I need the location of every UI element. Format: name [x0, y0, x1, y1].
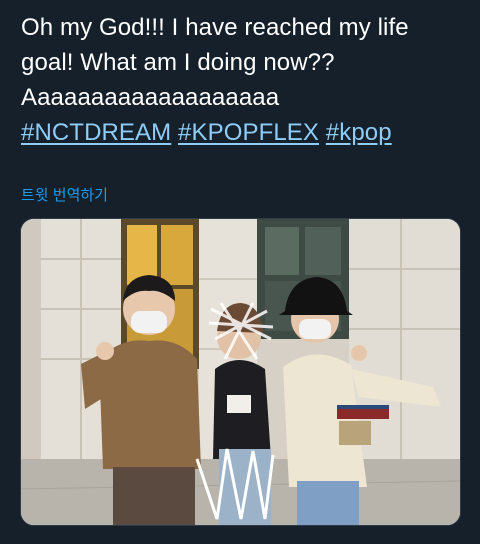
tweet-text-line-2: goal! What am I doing now?? — [21, 49, 335, 76]
hashtag-list: #NCTDREAM #KPOPFLEX #kpop — [21, 115, 471, 150]
tweet-text: Oh my God!!! I have reached my life goal… — [21, 10, 471, 150]
tweet-photo[interactable] — [20, 218, 461, 526]
translate-tweet-link[interactable]: 트윗 번역하기 — [21, 184, 108, 205]
photo-illustration — [21, 219, 460, 525]
tweet-text-line-3: Aaaaaaaaaaaaaaaaaaa — [21, 84, 280, 111]
hashtag-kpop[interactable]: #kpop — [326, 119, 392, 146]
tweet-text-line-1: Oh my God!!! I have reached my life — [21, 14, 409, 41]
hashtag-kpopflex[interactable]: #KPOPFLEX — [178, 119, 319, 146]
hashtag-nctdream[interactable]: #NCTDREAM — [21, 119, 171, 146]
